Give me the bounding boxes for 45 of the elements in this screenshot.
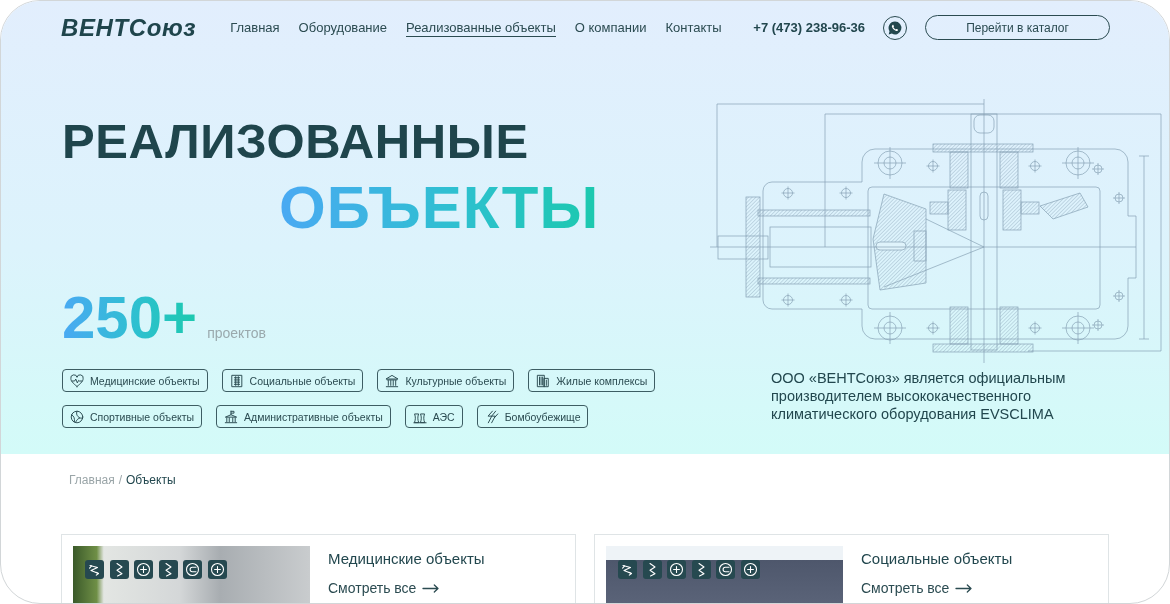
gauge-icon (716, 560, 736, 579)
zigzag-icon (109, 560, 129, 579)
current-page-label: Объекты (126, 473, 176, 487)
heart-pulse-icon (70, 373, 84, 388)
view-all-link[interactable]: Смотреть все (861, 580, 973, 596)
project-count-label: проектов (207, 325, 266, 341)
arrow-right-icon (955, 583, 973, 593)
category-tag[interactable]: Жилые комплексы (528, 369, 656, 392)
flag-building-icon (224, 409, 239, 424)
building-icon (229, 373, 244, 388)
category-tag[interactable]: АЭС (404, 405, 463, 428)
breadcrumb-separator: / (118, 473, 123, 487)
category-tag[interactable]: Спортивные объекты (62, 405, 203, 428)
plus-circle-icon (207, 560, 227, 579)
nav-link[interactable]: О компании (574, 18, 647, 37)
phone-bubble-icon[interactable] (883, 15, 907, 40)
zigzag-icon (691, 560, 711, 579)
plus-circle-icon (667, 560, 687, 579)
card-title[interactable]: Медицинские объекты (328, 550, 485, 567)
category-tag[interactable]: Медицинские объекты (62, 369, 208, 392)
plus-circle-icon (740, 560, 760, 579)
category-tag[interactable]: Культурные объекты (377, 369, 515, 392)
view-all-link[interactable]: Смотреть все (328, 580, 440, 596)
tower-block-icon (536, 373, 551, 388)
gauge-icon (183, 560, 203, 579)
columns-icon (385, 373, 400, 388)
zigzag-icon (642, 560, 662, 579)
logo[interactable]: ВЕНТСоюз (61, 13, 197, 42)
page-title: РЕАЛИЗОВАННЫЕ (62, 117, 529, 166)
ball-icon (70, 409, 84, 424)
nav-link[interactable]: Реализованные объекты (406, 18, 556, 37)
category-tag[interactable]: Бомбоубежище (476, 405, 589, 428)
phone-link[interactable]: +7 (473) 238-96-36 (753, 20, 865, 35)
card-title[interactable]: Социальные объекты (861, 550, 1013, 567)
nav-link[interactable]: Оборудование (298, 18, 388, 37)
nav-link[interactable]: Контакты (665, 18, 722, 37)
nav-link[interactable]: Главная (230, 18, 280, 37)
zigzag-arrows-icon (85, 560, 104, 579)
zigzag-arrows-icon (618, 560, 637, 579)
zigzag-icon (158, 560, 178, 579)
company-description: ООО «ВЕНТСоюз» является официальным производителем высококачественного климатического оборудования EVSCLIMA (771, 369, 1067, 423)
arrow-right-icon (422, 583, 440, 593)
category-tag[interactable]: Социальные объекты (221, 369, 364, 392)
category-tag[interactable]: Административные объекты (216, 405, 391, 428)
plus-circle-icon (134, 560, 154, 579)
